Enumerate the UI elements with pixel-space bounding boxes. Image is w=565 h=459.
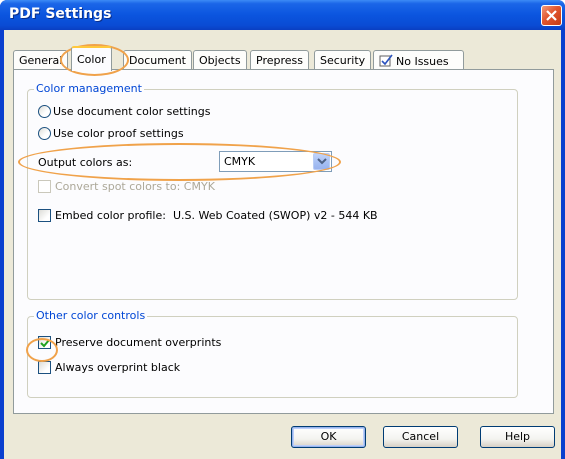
close-button[interactable] bbox=[541, 5, 562, 26]
radio-button[interactable] bbox=[38, 105, 51, 118]
cancel-button[interactable]: Cancel bbox=[383, 426, 458, 448]
embed-profile-value: U.S. Web Coated (SWOP) v2 - 544 KB bbox=[172, 209, 378, 222]
check-icon bbox=[40, 339, 50, 348]
convert-spot-colors-checkbox: Convert spot colors to: CMYK bbox=[38, 180, 215, 193]
tab-general[interactable]: General bbox=[13, 50, 69, 70]
color-management-group: Color management bbox=[27, 82, 518, 300]
checkbox bbox=[38, 180, 51, 193]
help-button[interactable]: Help bbox=[480, 426, 555, 448]
checkbox-checked[interactable] bbox=[38, 336, 51, 349]
tab-objects[interactable]: Objects bbox=[193, 50, 247, 70]
checklist-icon bbox=[379, 54, 393, 70]
tab-prepress[interactable]: Prepress bbox=[250, 50, 309, 70]
checkbox[interactable] bbox=[38, 209, 51, 222]
pdf-settings-dialog: PDF Settings General Color Document Obje… bbox=[0, 0, 565, 459]
dropdown-button[interactable] bbox=[313, 153, 330, 170]
color-tab-panel: Color management Use document color sett… bbox=[13, 69, 554, 414]
dialog-body: General Color Document Objects Prepress … bbox=[4, 30, 561, 459]
use-document-color-radio[interactable]: Use document color settings bbox=[38, 105, 211, 118]
always-overprint-black-checkbox[interactable]: Always overprint black bbox=[38, 361, 180, 374]
embed-color-profile-checkbox[interactable]: Embed color profile: U.S. Web Coated (SW… bbox=[38, 209, 378, 222]
preserve-overprints-checkbox[interactable]: Preserve document overprints bbox=[38, 336, 221, 349]
tab-color[interactable]: Color bbox=[71, 46, 112, 71]
tab-no-issues[interactable]: No Issues bbox=[373, 50, 464, 70]
tab-security[interactable]: Security bbox=[314, 50, 372, 70]
chevron-down-icon bbox=[317, 158, 327, 165]
radio-button[interactable] bbox=[38, 127, 51, 140]
title-bar[interactable]: PDF Settings bbox=[0, 0, 565, 30]
window-title: PDF Settings bbox=[9, 6, 112, 22]
close-icon bbox=[546, 10, 557, 21]
checkbox[interactable] bbox=[38, 361, 51, 374]
ok-button[interactable]: OK bbox=[291, 426, 366, 448]
use-proof-color-radio[interactable]: Use color proof settings bbox=[38, 127, 184, 140]
output-colors-label: Output colors as: bbox=[38, 156, 133, 169]
tab-document[interactable]: Document bbox=[123, 50, 192, 70]
other-color-controls-group: Other color controls bbox=[27, 309, 518, 398]
color-management-title: Color management bbox=[34, 82, 144, 95]
other-color-controls-title: Other color controls bbox=[34, 309, 148, 322]
output-colors-select[interactable]: CMYK bbox=[219, 151, 332, 172]
output-colors-value: CMYK bbox=[224, 155, 256, 168]
